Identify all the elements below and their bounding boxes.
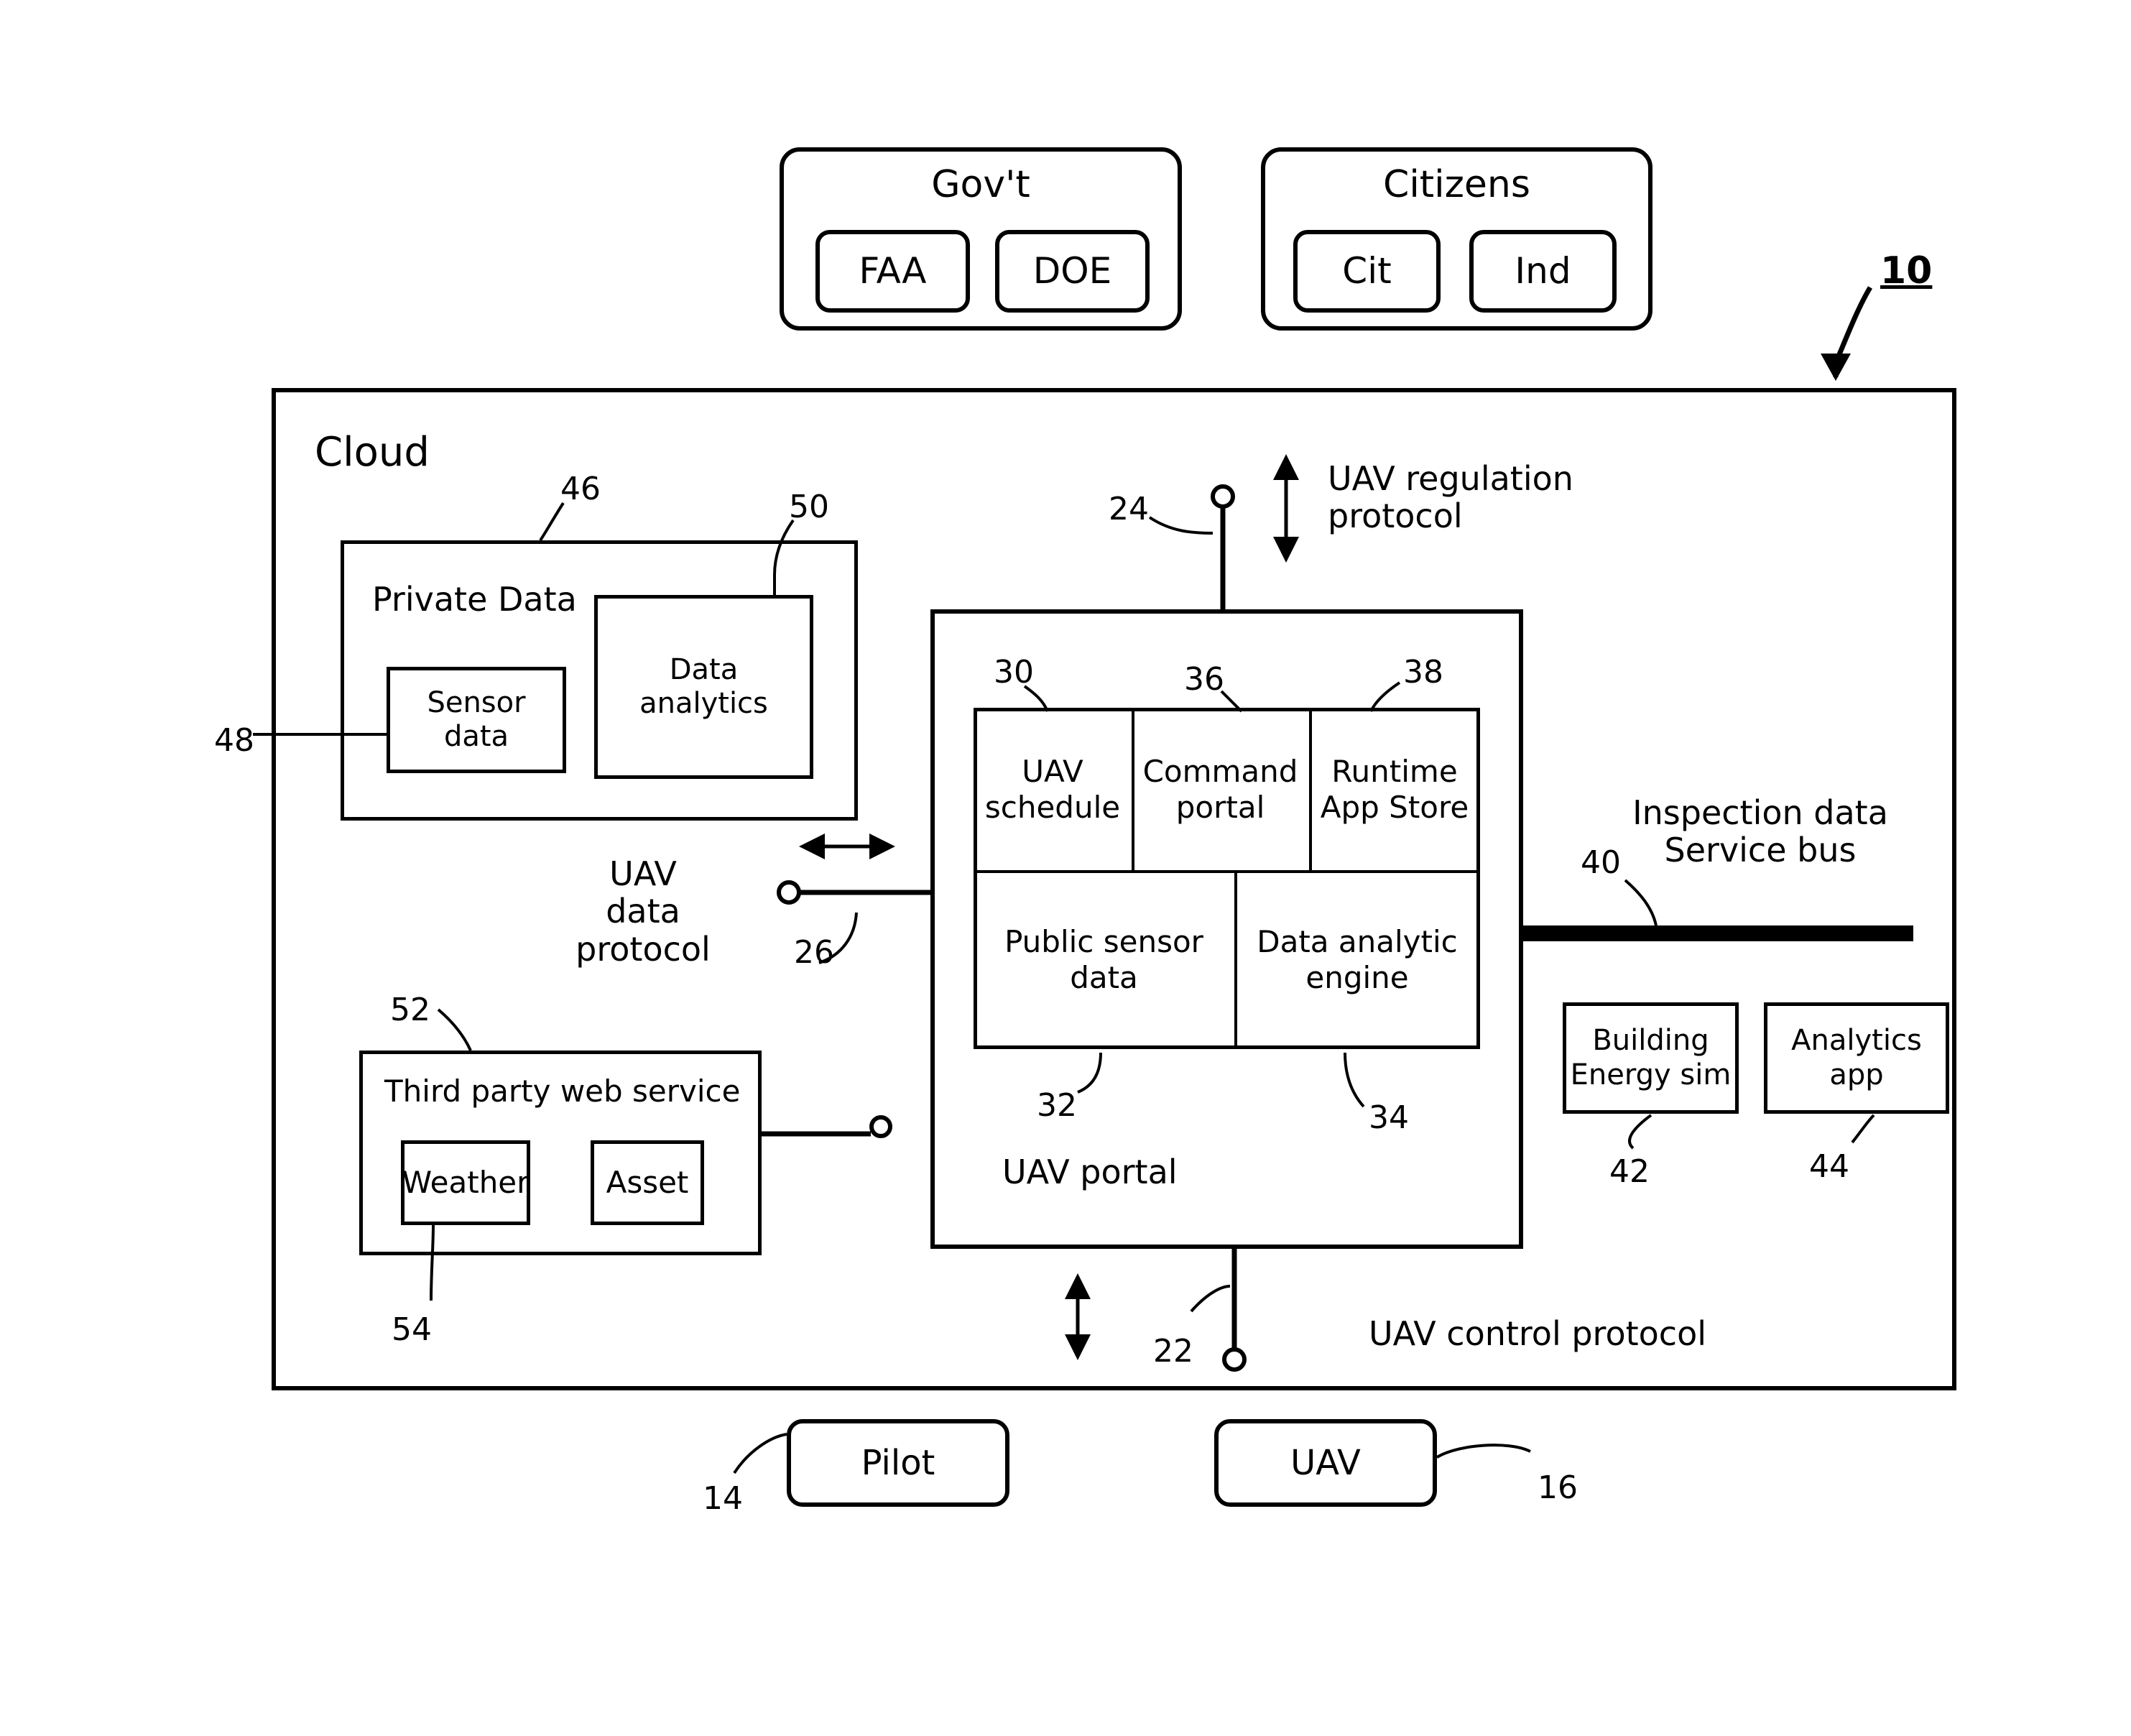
ref-24: 24: [1109, 491, 1149, 527]
ref-30: 30: [994, 654, 1034, 691]
uav-control-protocol-label: UAV control protocol: [1369, 1314, 1706, 1353]
service-bus-title: Inspection data Service bus: [1632, 793, 1888, 870]
ref-50: 50: [789, 489, 829, 525]
patent-figure-canvas: Gov't FAA DOE Citizens Cit Ind 10 Cloud …: [0, 0, 2131, 1736]
uav-regulation-protocol-label: UAV regulation protocol: [1328, 459, 1573, 536]
govt-group-title: Gov't: [931, 163, 1030, 206]
ref-32: 32: [1037, 1087, 1077, 1124]
analytics-app-label: Analytics app: [1791, 1024, 1922, 1091]
ref-22: 22: [1153, 1333, 1193, 1370]
sensor-data-label: Sensor data: [427, 685, 526, 753]
leader-14: [733, 1433, 787, 1474]
building-energy-sim-label: Building Energy sim: [1570, 1024, 1732, 1091]
cloud-label: Cloud: [315, 429, 430, 476]
ind-label: Ind: [1515, 250, 1571, 292]
citizens-group-title: Citizens: [1383, 163, 1530, 206]
data-analytics-label: Data analytics: [639, 652, 768, 720]
ref-38: 38: [1403, 654, 1443, 691]
uav-data-protocol-label: UAV data protocol: [575, 854, 711, 969]
ref-52: 52: [390, 992, 430, 1028]
figure-reference-10: 10: [1880, 249, 1933, 292]
uav-portal-label: UAV portal: [1002, 1153, 1178, 1191]
pilot-label: Pilot: [861, 1442, 935, 1483]
uav-actor-label: UAV: [1290, 1442, 1361, 1483]
figure-10-leader-arrow: [1821, 286, 1873, 381]
ref-26: 26: [794, 934, 834, 971]
data-analytic-engine-cell[interactable]: Data analytic engine: [1234, 870, 1480, 1049]
service-bus-line: [1522, 925, 1913, 941]
ref-42: 42: [1609, 1153, 1650, 1190]
command-portal-cell[interactable]: Command portal: [1132, 708, 1309, 872]
ref-54: 54: [392, 1311, 432, 1348]
leader-16: [1436, 1444, 1531, 1459]
ref-40: 40: [1581, 844, 1621, 881]
ref-14: 14: [703, 1480, 743, 1517]
weather-label: Weather: [402, 1165, 530, 1201]
faa-label: FAA: [859, 250, 927, 292]
asset-label: Asset: [606, 1165, 689, 1201]
public-sensor-data-cell[interactable]: Public sensor data: [974, 870, 1234, 1049]
cit-label: Cit: [1342, 250, 1392, 292]
ref-34: 34: [1369, 1099, 1409, 1136]
ref-46: 46: [560, 471, 601, 507]
uav-schedule-cell[interactable]: UAV schedule: [974, 708, 1132, 872]
doe-label: DOE: [1032, 250, 1112, 292]
ref-36: 36: [1184, 661, 1224, 698]
ref-48: 48: [214, 722, 254, 759]
third-party-title: Third party web service: [384, 1074, 741, 1109]
ref-44: 44: [1809, 1148, 1849, 1185]
private-data-title: Private Data: [372, 580, 577, 619]
ref-16: 16: [1538, 1469, 1578, 1506]
runtime-app-store-cell[interactable]: Runtime App Store: [1309, 708, 1480, 872]
